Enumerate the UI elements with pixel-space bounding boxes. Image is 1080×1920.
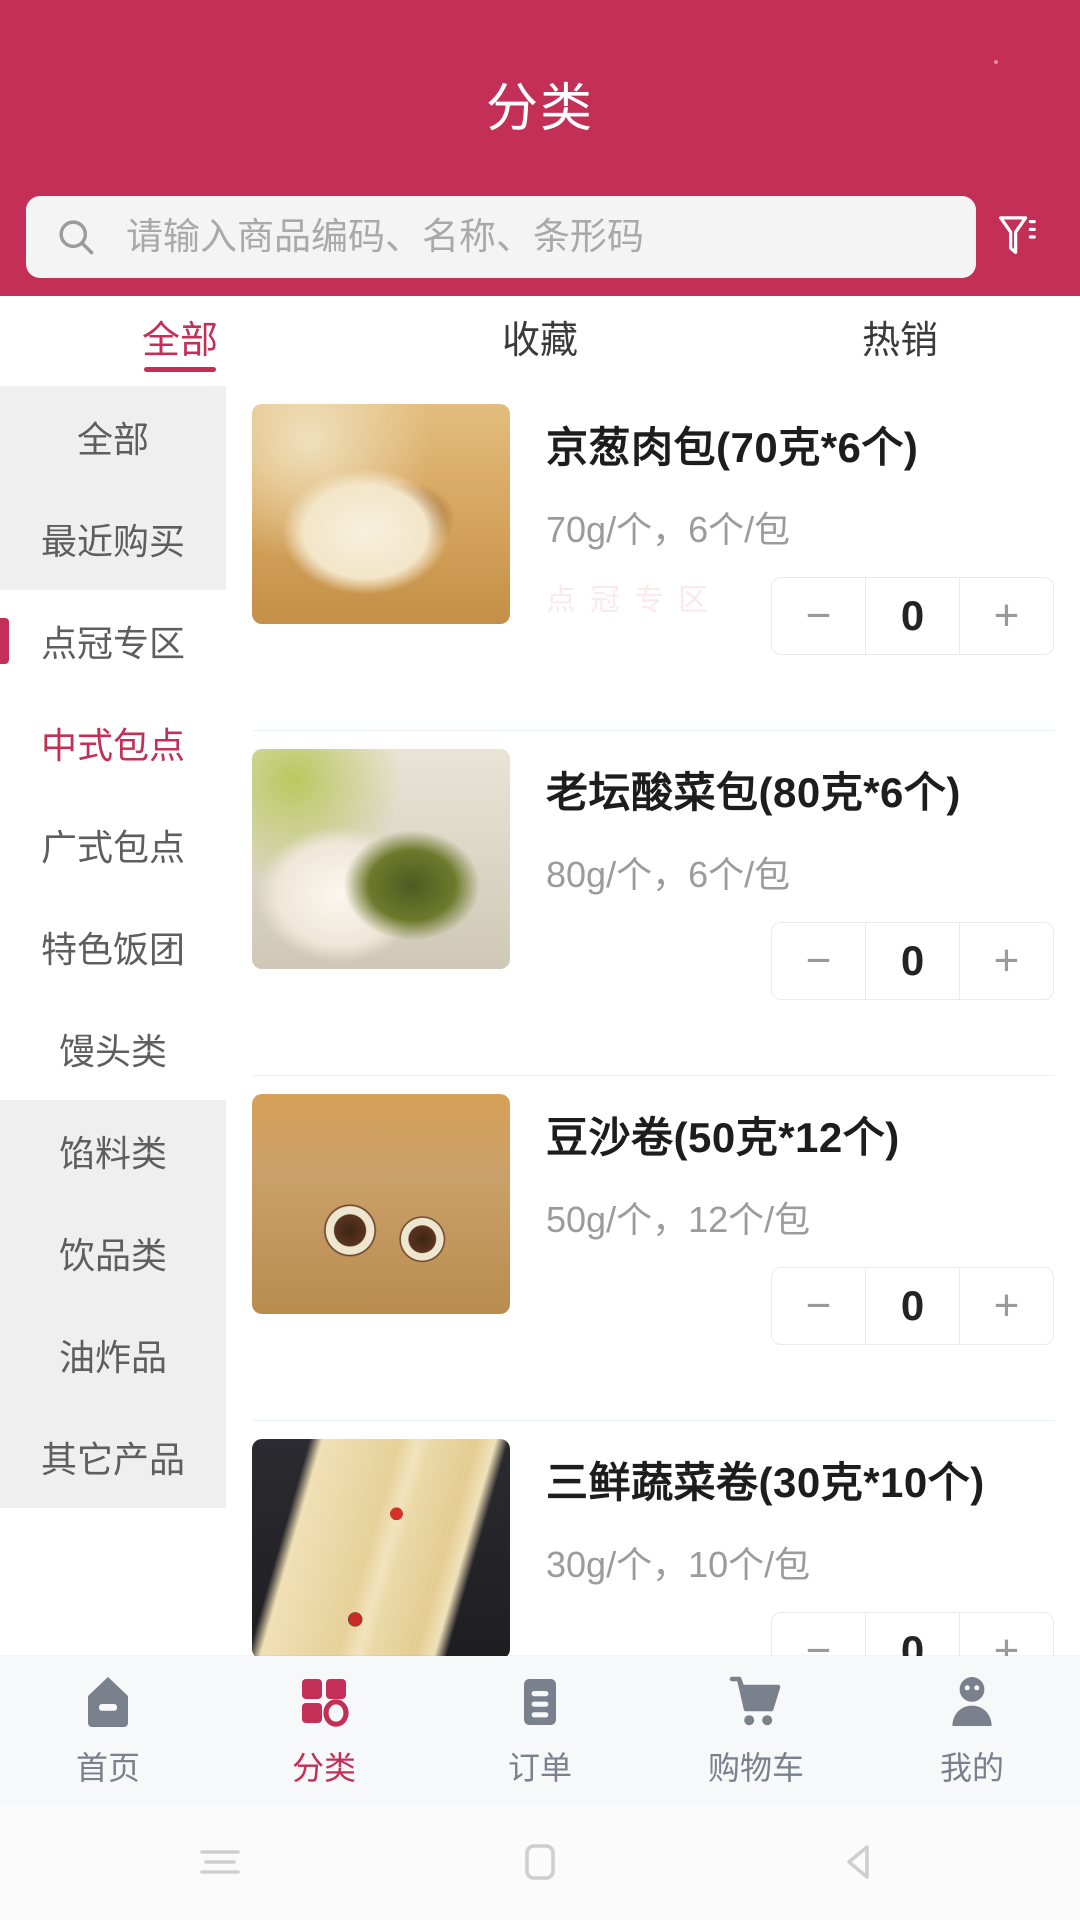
- sidebar-item-label: 广式包点: [40, 827, 185, 868]
- quantity-stepper[interactable]: − 0 +: [771, 1612, 1054, 1656]
- app-header: 分类: [0, 0, 1080, 296]
- nav-item-label: 订单: [507, 1750, 572, 1786]
- product-item[interactable]: 老坛酸菜包(80克*6个) 80g/个，6个/包 − 0 +: [226, 731, 1080, 1076]
- product-item[interactable]: 京葱肉包(70克*6个) 70g/个，6个/包 点冠专区 − 0 +: [226, 386, 1080, 731]
- sidebar-item-label: 最近购买: [40, 521, 185, 562]
- product-name: 豆沙卷(50克*12个): [546, 1114, 900, 1161]
- selection-indicator: [0, 618, 9, 664]
- category-sidebar[interactable]: 全部 最近购买 点冠专区 中式包点 广式包点 特色饭团 馒头类 馅料类 饮品类 …: [0, 386, 226, 1656]
- search-box[interactable]: [26, 196, 976, 278]
- nav-item-label: 购物车: [707, 1750, 804, 1786]
- tab-hot-label: 热销: [861, 319, 938, 362]
- product-list[interactable]: 京葱肉包(70克*6个) 70g/个，6个/包 点冠专区 − 0 + 老坛酸菜包…: [226, 386, 1080, 1656]
- search-icon: [26, 215, 126, 259]
- sidebar-item-others[interactable]: 其它产品: [0, 1406, 226, 1508]
- nav-item-home[interactable]: 首页: [0, 1671, 216, 1789]
- page-title: 分类: [485, 80, 594, 138]
- order-icon: [512, 1671, 568, 1733]
- tab-favorites[interactable]: 收藏: [360, 296, 720, 376]
- android-system-bar: [0, 1804, 1080, 1920]
- person-icon: [944, 1671, 1000, 1733]
- increase-quantity-button[interactable]: +: [959, 1268, 1053, 1344]
- nav-item-category[interactable]: 分类: [216, 1671, 432, 1789]
- product-thumbnail[interactable]: [252, 1094, 510, 1314]
- tab-favorites-label: 收藏: [501, 319, 578, 362]
- product-spec: 30g/个，10个/包: [546, 1544, 811, 1585]
- increase-quantity-button[interactable]: +: [959, 578, 1053, 654]
- sidebar-item-label: 油炸品: [58, 1337, 167, 1378]
- nav-item-label: 我的: [939, 1750, 1004, 1786]
- product-thumbnail[interactable]: [252, 404, 510, 624]
- bottom-navigation: 首页 分类 订单 购物车 我的: [0, 1656, 1080, 1804]
- product-item[interactable]: 三鲜蔬菜卷(30克*10个) 30g/个，10个/包 − 0 +: [226, 1421, 1080, 1656]
- triangle-back-icon[interactable]: [760, 1839, 960, 1885]
- home-icon: [80, 1671, 136, 1733]
- product-thumbnail[interactable]: [252, 749, 510, 969]
- sidebar-item-canton-buns[interactable]: 广式包点: [0, 794, 226, 896]
- tab-all[interactable]: 全部: [0, 296, 360, 376]
- nav-item-cart[interactable]: 购物车: [648, 1671, 864, 1789]
- tab-hot[interactable]: 热销: [720, 296, 1080, 376]
- sidebar-item-label: 特色饭团: [40, 929, 185, 970]
- menu-icon[interactable]: [120, 1842, 320, 1882]
- sidebar-item-fried[interactable]: 油炸品: [0, 1304, 226, 1406]
- filter-funnel-icon[interactable]: [964, 196, 1068, 278]
- sidebar-item-all[interactable]: 全部: [0, 386, 226, 488]
- nav-item-orders[interactable]: 订单: [432, 1671, 648, 1789]
- cart-icon: [726, 1671, 786, 1733]
- square-home-icon[interactable]: [440, 1839, 640, 1885]
- product-spec: 80g/个，6个/包: [546, 854, 791, 895]
- sidebar-item-label: 点冠专区: [40, 623, 185, 664]
- sidebar-item-fillings[interactable]: 馅料类: [0, 1100, 226, 1202]
- search-input[interactable]: [126, 216, 976, 258]
- quantity-value[interactable]: 0: [866, 1268, 959, 1344]
- sidebar-item-label: 馅料类: [58, 1133, 167, 1174]
- decrease-quantity-button[interactable]: −: [772, 923, 866, 999]
- nav-item-label: 首页: [75, 1750, 140, 1786]
- sidebar-item-label: 其它产品: [40, 1439, 185, 1480]
- quantity-stepper[interactable]: − 0 +: [771, 922, 1054, 1000]
- content-area: 全部 最近购买 点冠专区 中式包点 广式包点 特色饭团 馒头类 馅料类 饮品类 …: [0, 386, 1080, 1656]
- product-name: 三鲜蔬菜卷(30克*10个): [546, 1459, 985, 1506]
- product-thumbnail[interactable]: [252, 1439, 510, 1656]
- quantity-value[interactable]: 0: [866, 1613, 959, 1656]
- sidebar-item-chinese-buns[interactable]: 中式包点: [0, 692, 226, 794]
- sidebar-item-mantou[interactable]: 馒头类: [0, 998, 226, 1100]
- sidebar-item-recent[interactable]: 最近购买: [0, 488, 226, 590]
- quantity-stepper[interactable]: − 0 +: [771, 1267, 1054, 1345]
- sidebar-item-drinks[interactable]: 饮品类: [0, 1202, 226, 1304]
- sidebar-item-label: 馒头类: [58, 1031, 167, 1072]
- sidebar-item-rice-balls[interactable]: 特色饭团: [0, 896, 226, 998]
- decrease-quantity-button[interactable]: −: [772, 1613, 866, 1656]
- sidebar-item-label: 饮品类: [58, 1235, 167, 1276]
- status-dot: [994, 60, 998, 64]
- search-row: [0, 196, 1080, 278]
- grid-icon: [296, 1671, 352, 1733]
- product-name: 老坛酸菜包(80克*6个): [546, 769, 961, 816]
- quantity-value[interactable]: 0: [866, 578, 959, 654]
- product-item[interactable]: 豆沙卷(50克*12个) 50g/个，12个/包 − 0 +: [226, 1076, 1080, 1421]
- product-name: 京葱肉包(70克*6个): [546, 424, 919, 471]
- increase-quantity-button[interactable]: +: [959, 923, 1053, 999]
- sidebar-item-label: 全部: [76, 419, 149, 460]
- nav-item-label: 分类: [291, 1750, 356, 1786]
- category-tabs: 全部 收藏 热销: [0, 296, 1080, 376]
- product-spec: 70g/个，6个/包: [546, 509, 791, 550]
- increase-quantity-button[interactable]: +: [959, 1613, 1053, 1656]
- product-spec: 50g/个，12个/包: [546, 1199, 811, 1240]
- decrease-quantity-button[interactable]: −: [772, 1268, 866, 1344]
- sidebar-item-label: 中式包点: [40, 725, 185, 766]
- tab-all-label: 全部: [141, 319, 218, 362]
- sidebar-item-dianguan[interactable]: 点冠专区: [0, 590, 226, 692]
- nav-item-profile[interactable]: 我的: [864, 1671, 1080, 1789]
- decrease-quantity-button[interactable]: −: [772, 578, 866, 654]
- quantity-value[interactable]: 0: [866, 923, 959, 999]
- quantity-stepper[interactable]: − 0 +: [771, 577, 1054, 655]
